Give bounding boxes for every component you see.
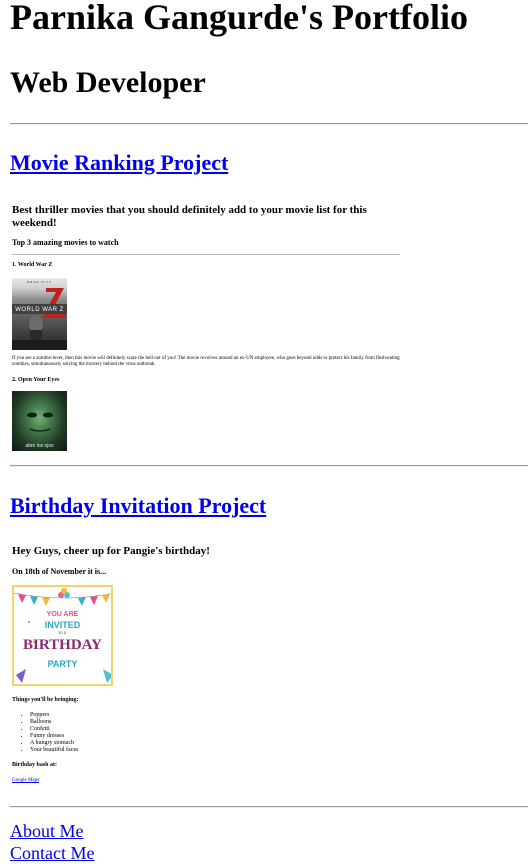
divider: [10, 123, 528, 125]
divider: [10, 465, 528, 467]
card-text: YOU ARE: [46, 611, 79, 618]
list-item: Your beautiful faces: [30, 747, 78, 754]
invitation-card-image: YOU ARE INVITED to a BIRTHDAY PARTY: [12, 585, 113, 686]
about-me-link[interactable]: About Me: [10, 821, 84, 842]
list-item: A hungry stomach: [30, 740, 78, 747]
card-text: INVITED: [44, 620, 81, 630]
list-item: Poppers: [30, 712, 78, 719]
face-graphic: [27, 412, 53, 432]
list-item: Funny dresses: [30, 733, 78, 740]
movie-ranking-preview: Best thriller movies that you should def…: [10, 200, 410, 456]
bring-list: Poppers Balloons Confetti Funny dresses …: [12, 712, 78, 754]
card-text: BIRTHDAY: [23, 637, 102, 653]
birthday-invitation-preview: Hey Guys, cheer up for Pangie's birthday…: [10, 540, 410, 792]
invite-date: On 18th of November it is...: [12, 567, 107, 576]
poster-title: WORLD WAR Z: [15, 307, 64, 313]
bash-heading: Birthday bash at:: [12, 762, 58, 768]
preview-heading: Hey Guys, cheer up for Pangie's birthday…: [12, 545, 210, 557]
page-subtitle: Web Developer: [10, 66, 206, 99]
preview-divider: [12, 254, 400, 255]
card-text: PARTY: [47, 659, 78, 669]
google-maps-link[interactable]: Google Maps: [12, 778, 39, 783]
page-title: Parnika Gangurde's Portfolio: [10, 0, 468, 37]
preview-heading: Best thriller movies that you should def…: [12, 204, 367, 229]
preview-subheading: Top 3 amazing movies to watch: [12, 238, 119, 247]
movie-description: If you are a zombie-lover, then this mov…: [12, 356, 400, 367]
project-link-birthday-invitation[interactable]: Birthday Invitation Project: [10, 493, 266, 519]
movie-title: 1. World War Z: [12, 262, 53, 268]
project-link-movie-ranking[interactable]: Movie Ranking Project: [10, 150, 228, 176]
world-war-z-poster: BRAD PITT WORLD WAR Z: [12, 278, 67, 350]
bring-heading: Things you'll be bringing:: [12, 697, 79, 703]
movie-title: 2. Open Your Eyes: [12, 377, 60, 383]
zombie-crowd-graphic: [12, 288, 67, 350]
list-item: Balloons: [30, 719, 78, 726]
list-item: Confetti: [30, 726, 78, 733]
poster-title: abre los ojos: [25, 443, 54, 449]
contact-me-link[interactable]: Contact Me: [10, 843, 94, 864]
open-your-eyes-poster: abre los ojos: [12, 391, 67, 451]
card-text: to a: [58, 631, 67, 636]
divider: [10, 806, 528, 808]
